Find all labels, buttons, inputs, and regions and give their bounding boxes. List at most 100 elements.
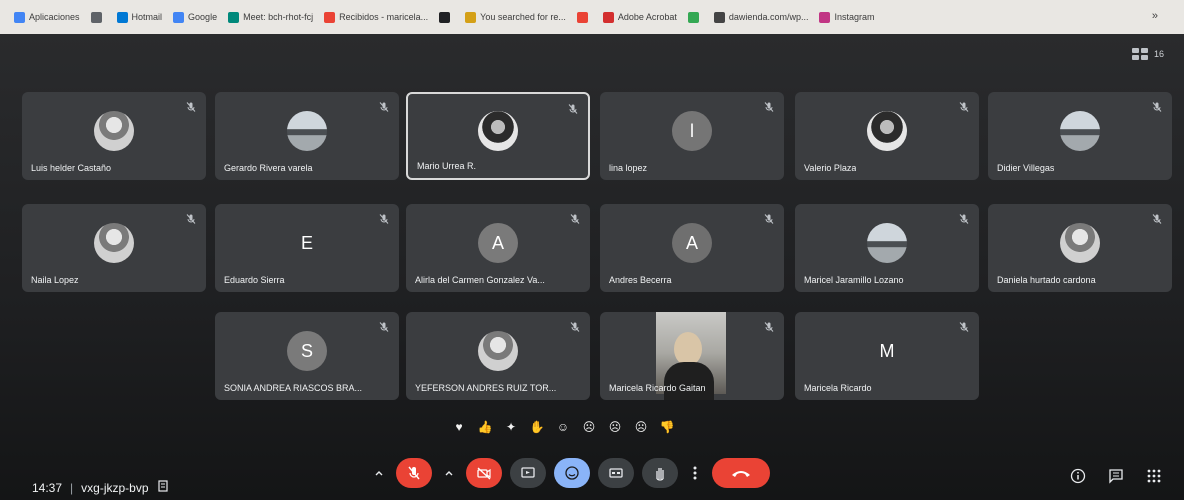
bookmark-item[interactable]: Aplicaciones: [14, 11, 80, 23]
meeting-info-separator: |: [70, 480, 74, 495]
bookmark-favicon-icon: [819, 11, 831, 23]
clap-reaction-icon[interactable]: ✋: [528, 418, 546, 436]
reactions-button[interactable]: [554, 458, 590, 488]
muted-mic-icon: [1151, 212, 1163, 224]
meeting-details-button[interactable]: [1068, 466, 1088, 486]
participant-tile[interactable]: Naila Lopez: [22, 204, 206, 292]
apps-grid-icon: [1147, 469, 1161, 483]
bookmark-item[interactable]: You searched for re...: [465, 11, 566, 23]
bookmark-item[interactable]: Recibidos - maricela...: [324, 11, 428, 23]
bookmark-item[interactable]: Adobe Acrobat: [602, 11, 677, 23]
camera-toggle-button[interactable]: [466, 458, 502, 488]
participant-layout-indicator[interactable]: 16: [1131, 48, 1164, 60]
participant-name: YEFERSON ANDRES RUIZ TOR...: [415, 383, 557, 393]
bookmark-label: Adobe Acrobat: [617, 12, 677, 22]
present-screen-icon: [521, 467, 535, 478]
participant-tile[interactable]: Didier Villegas: [988, 92, 1172, 180]
bookmark-favicon-icon: [576, 11, 588, 23]
party-reaction-icon[interactable]: ✦: [502, 418, 520, 436]
participant-avatar: l: [672, 110, 712, 151]
participant-tile[interactable]: l lina lopez: [600, 92, 784, 180]
heart-reaction-icon[interactable]: ♥: [450, 418, 468, 436]
participant-count: 16: [1153, 49, 1164, 59]
bookmark-item[interactable]: [687, 11, 703, 23]
bookmark-item[interactable]: [439, 11, 454, 23]
participant-tile[interactable]: Gerardo Rivera varela: [215, 92, 399, 180]
participant-tile[interactable]: S SONIA ANDREA RIASCOS BRA...: [215, 312, 399, 400]
bookmark-favicon-icon: [90, 11, 102, 23]
leave-call-button[interactable]: [712, 458, 770, 488]
participant-avatar: [867, 110, 907, 151]
muted-mic-icon: [378, 320, 390, 332]
bookmark-favicon-icon: [713, 11, 725, 23]
surprised-reaction-icon[interactable]: ☹: [580, 418, 598, 436]
microphone-off-icon: [408, 466, 420, 480]
present-screen-button[interactable]: [510, 458, 546, 488]
participant-tile[interactable]: Maricela Ricardo Gaitan: [600, 312, 784, 400]
raise-hand-button[interactable]: [642, 458, 678, 488]
bookmark-label: Hotmail: [131, 12, 163, 22]
participant-avatar: [1060, 222, 1100, 263]
bookmark-item[interactable]: [90, 11, 106, 23]
participant-tile[interactable]: Luis helder Castaño: [22, 92, 206, 180]
participant-tile[interactable]: Daniela hurtado cardona: [988, 204, 1172, 292]
participant-name: Didier Villegas: [997, 163, 1055, 173]
participant-name: Gerardo Rivera varela: [224, 163, 313, 173]
hang-up-icon: [732, 471, 750, 477]
muted-mic-icon: [763, 100, 775, 112]
muted-mic-icon: [958, 100, 970, 112]
bookmark-label: Meet: bch-rhot-fcj: [243, 12, 314, 22]
participant-name: Maricela Ricardo Gaitan: [609, 383, 706, 393]
thumbs-down-reaction-icon[interactable]: 👎: [658, 418, 676, 436]
participant-name: Alirla del Carmen Gonzalez Va...: [415, 275, 545, 285]
sad-reaction-icon[interactable]: ☹: [606, 418, 624, 436]
thumbs-up-reaction-icon[interactable]: 👍: [476, 418, 494, 436]
chat-button[interactable]: [1106, 466, 1126, 486]
participant-tile[interactable]: Mario Urrea R.: [406, 92, 590, 180]
captions-button[interactable]: [598, 458, 634, 488]
participant-tile[interactable]: YEFERSON ANDRES RUIZ TOR...: [406, 312, 590, 400]
meeting-info: 14:37 | vxg-jkzp-bvp: [32, 480, 169, 495]
bookmark-list: Aplicaciones Hotmail Google Meet: bch-rhot-…: [14, 11, 886, 23]
microphone-toggle-button[interactable]: [396, 458, 432, 488]
bookmark-favicon-icon: [173, 11, 185, 23]
call-controls: [370, 458, 770, 488]
participant-tile[interactable]: M Maricela Ricardo: [795, 312, 979, 400]
more-vertical-icon: [693, 466, 697, 480]
bookmark-item[interactable]: Instagram: [819, 11, 875, 23]
participant-name: Maricela Ricardo: [804, 383, 872, 393]
bookmark-item[interactable]: Google: [173, 11, 217, 23]
bookmark-item[interactable]: dawienda.com/wp...: [713, 11, 808, 23]
bookmarks-overflow-button[interactable]: »: [1152, 10, 1158, 22]
bookmark-item[interactable]: [576, 11, 592, 23]
participant-avatar: A: [672, 222, 712, 263]
participant-tile[interactable]: A Andres Becerra: [600, 204, 784, 292]
participant-name: lina lopez: [609, 163, 648, 173]
laugh-reaction-icon[interactable]: ☺: [554, 418, 572, 436]
audio-options-button[interactable]: [370, 458, 388, 488]
chat-icon: [1109, 469, 1123, 484]
bookmark-favicon-icon: [465, 11, 477, 23]
participant-avatar: [867, 222, 907, 263]
reaction-bar: ♥ 👍 ✦ ✋ ☺ ☹ ☹ ☹ 👎: [450, 418, 676, 436]
participant-avatar: E: [300, 232, 313, 253]
bookmark-label: You searched for re...: [480, 12, 566, 22]
bookmark-item[interactable]: Meet: bch-rhot-fcj: [228, 11, 314, 23]
participant-tile[interactable]: A Alirla del Carmen Gonzalez Va...: [406, 204, 590, 292]
bookmark-label: Instagram: [834, 12, 875, 22]
participant-tile[interactable]: Valerio Plaza: [795, 92, 979, 180]
thinking-reaction-icon[interactable]: ☹: [632, 418, 650, 436]
activities-button[interactable]: [1144, 466, 1164, 486]
participant-tile[interactable]: E Eduardo Sierra: [215, 204, 399, 292]
participant-name: Andres Becerra: [609, 275, 672, 285]
more-options-button[interactable]: [686, 458, 704, 488]
participant-name: Eduardo Sierra: [224, 275, 285, 285]
participant-avatar: [287, 110, 327, 151]
participant-name: Daniela hurtado cardona: [997, 275, 1096, 285]
muted-mic-icon: [567, 102, 579, 114]
meeting-details-icon[interactable]: [157, 480, 169, 495]
video-options-button[interactable]: [440, 458, 458, 488]
bookmark-item[interactable]: Hotmail: [116, 11, 163, 23]
info-icon: [1070, 468, 1086, 484]
participant-tile[interactable]: Maricel Jaramillo Lozano: [795, 204, 979, 292]
